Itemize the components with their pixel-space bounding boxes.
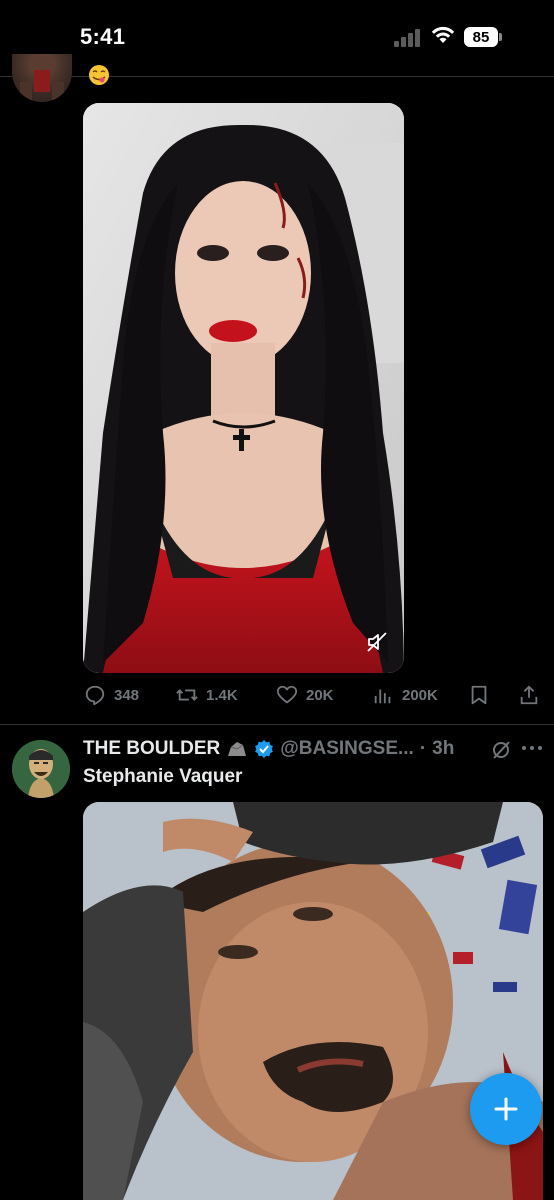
- battery-icon: 85: [464, 27, 504, 47]
- bookmark-button[interactable]: [468, 684, 490, 706]
- avatar[interactable]: [12, 740, 70, 798]
- status-time: 5:41: [80, 24, 126, 49]
- tweet-image[interactable]: [83, 802, 543, 1200]
- reply-count: 348: [114, 686, 140, 704]
- repost-icon: [176, 689, 198, 701]
- tweet-text: Stephanie Vaquer: [83, 766, 243, 787]
- heart-icon: [276, 685, 298, 704]
- separator: ·: [419, 738, 427, 759]
- verified-badge-icon: [255, 740, 274, 758]
- like-count: 20K: [306, 686, 334, 704]
- divider: [0, 724, 554, 725]
- repost-count: 1.4K: [206, 686, 238, 704]
- views-count: 200K: [402, 686, 438, 704]
- wifi-icon: [431, 26, 455, 43]
- display-name[interactable]: THE BOULDER: [83, 738, 220, 760]
- avatar[interactable]: [12, 54, 72, 102]
- bookmark-icon: [471, 685, 487, 705]
- plus-icon: [494, 1097, 518, 1121]
- like-button[interactable]: 20K: [276, 684, 334, 706]
- views-chart-icon: [374, 689, 391, 704]
- cellular-signal-icon: [394, 29, 422, 47]
- repost-button[interactable]: 1.4K: [176, 684, 238, 706]
- tweet-video[interactable]: [83, 103, 404, 673]
- timestamp[interactable]: 3h: [432, 738, 454, 760]
- rock-emoji-icon: [228, 742, 247, 756]
- divider: [0, 76, 554, 77]
- face-savoring-food-emoji-icon: [89, 65, 109, 85]
- compose-button[interactable]: [470, 1073, 542, 1145]
- share-icon: [520, 685, 538, 705]
- share-button[interactable]: [518, 684, 540, 706]
- reply-button[interactable]: 348: [84, 684, 139, 706]
- grok-icon[interactable]: [490, 739, 512, 761]
- battery-level: 85: [464, 27, 498, 47]
- tweet-author-line: THE BOULDER @BASINGSE... · 3h: [83, 736, 454, 762]
- muted-speaker-icon[interactable]: [364, 629, 390, 655]
- handle[interactable]: @BASINGSE...: [280, 738, 414, 760]
- reply-icon: [85, 685, 105, 706]
- more-options-icon[interactable]: [520, 738, 544, 758]
- views-button[interactable]: 200K: [372, 684, 438, 706]
